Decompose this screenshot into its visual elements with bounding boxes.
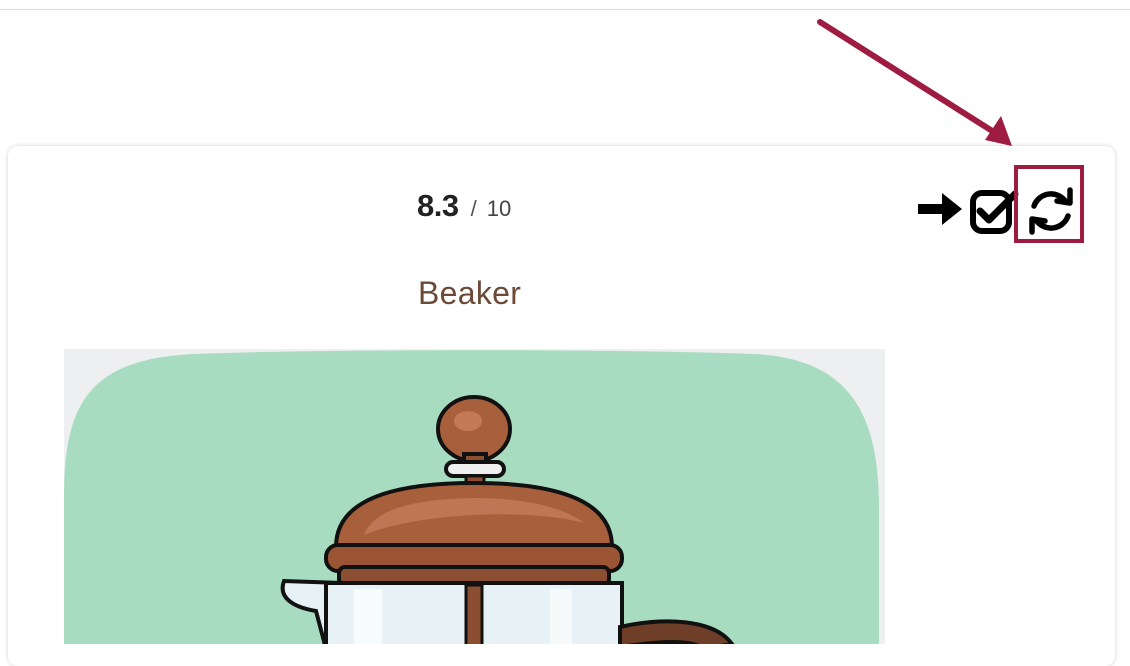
annotation-highlight-box — [1014, 165, 1084, 243]
score-separator: / — [470, 196, 477, 221]
score-value: 8.3 — [417, 188, 459, 223]
score-max: 10 — [486, 196, 512, 221]
mark-done-button[interactable] — [969, 187, 1019, 235]
item-illustration — [64, 349, 885, 644]
checkbox-checked-icon — [970, 190, 1019, 234]
next-button[interactable] — [915, 187, 965, 231]
score-display: 8.3 / 10 — [417, 188, 511, 228]
arrow-right-icon — [918, 193, 962, 225]
item-title: Beaker — [418, 275, 522, 311]
french-press-icon — [64, 350, 879, 644]
top-divider — [0, 9, 1130, 10]
